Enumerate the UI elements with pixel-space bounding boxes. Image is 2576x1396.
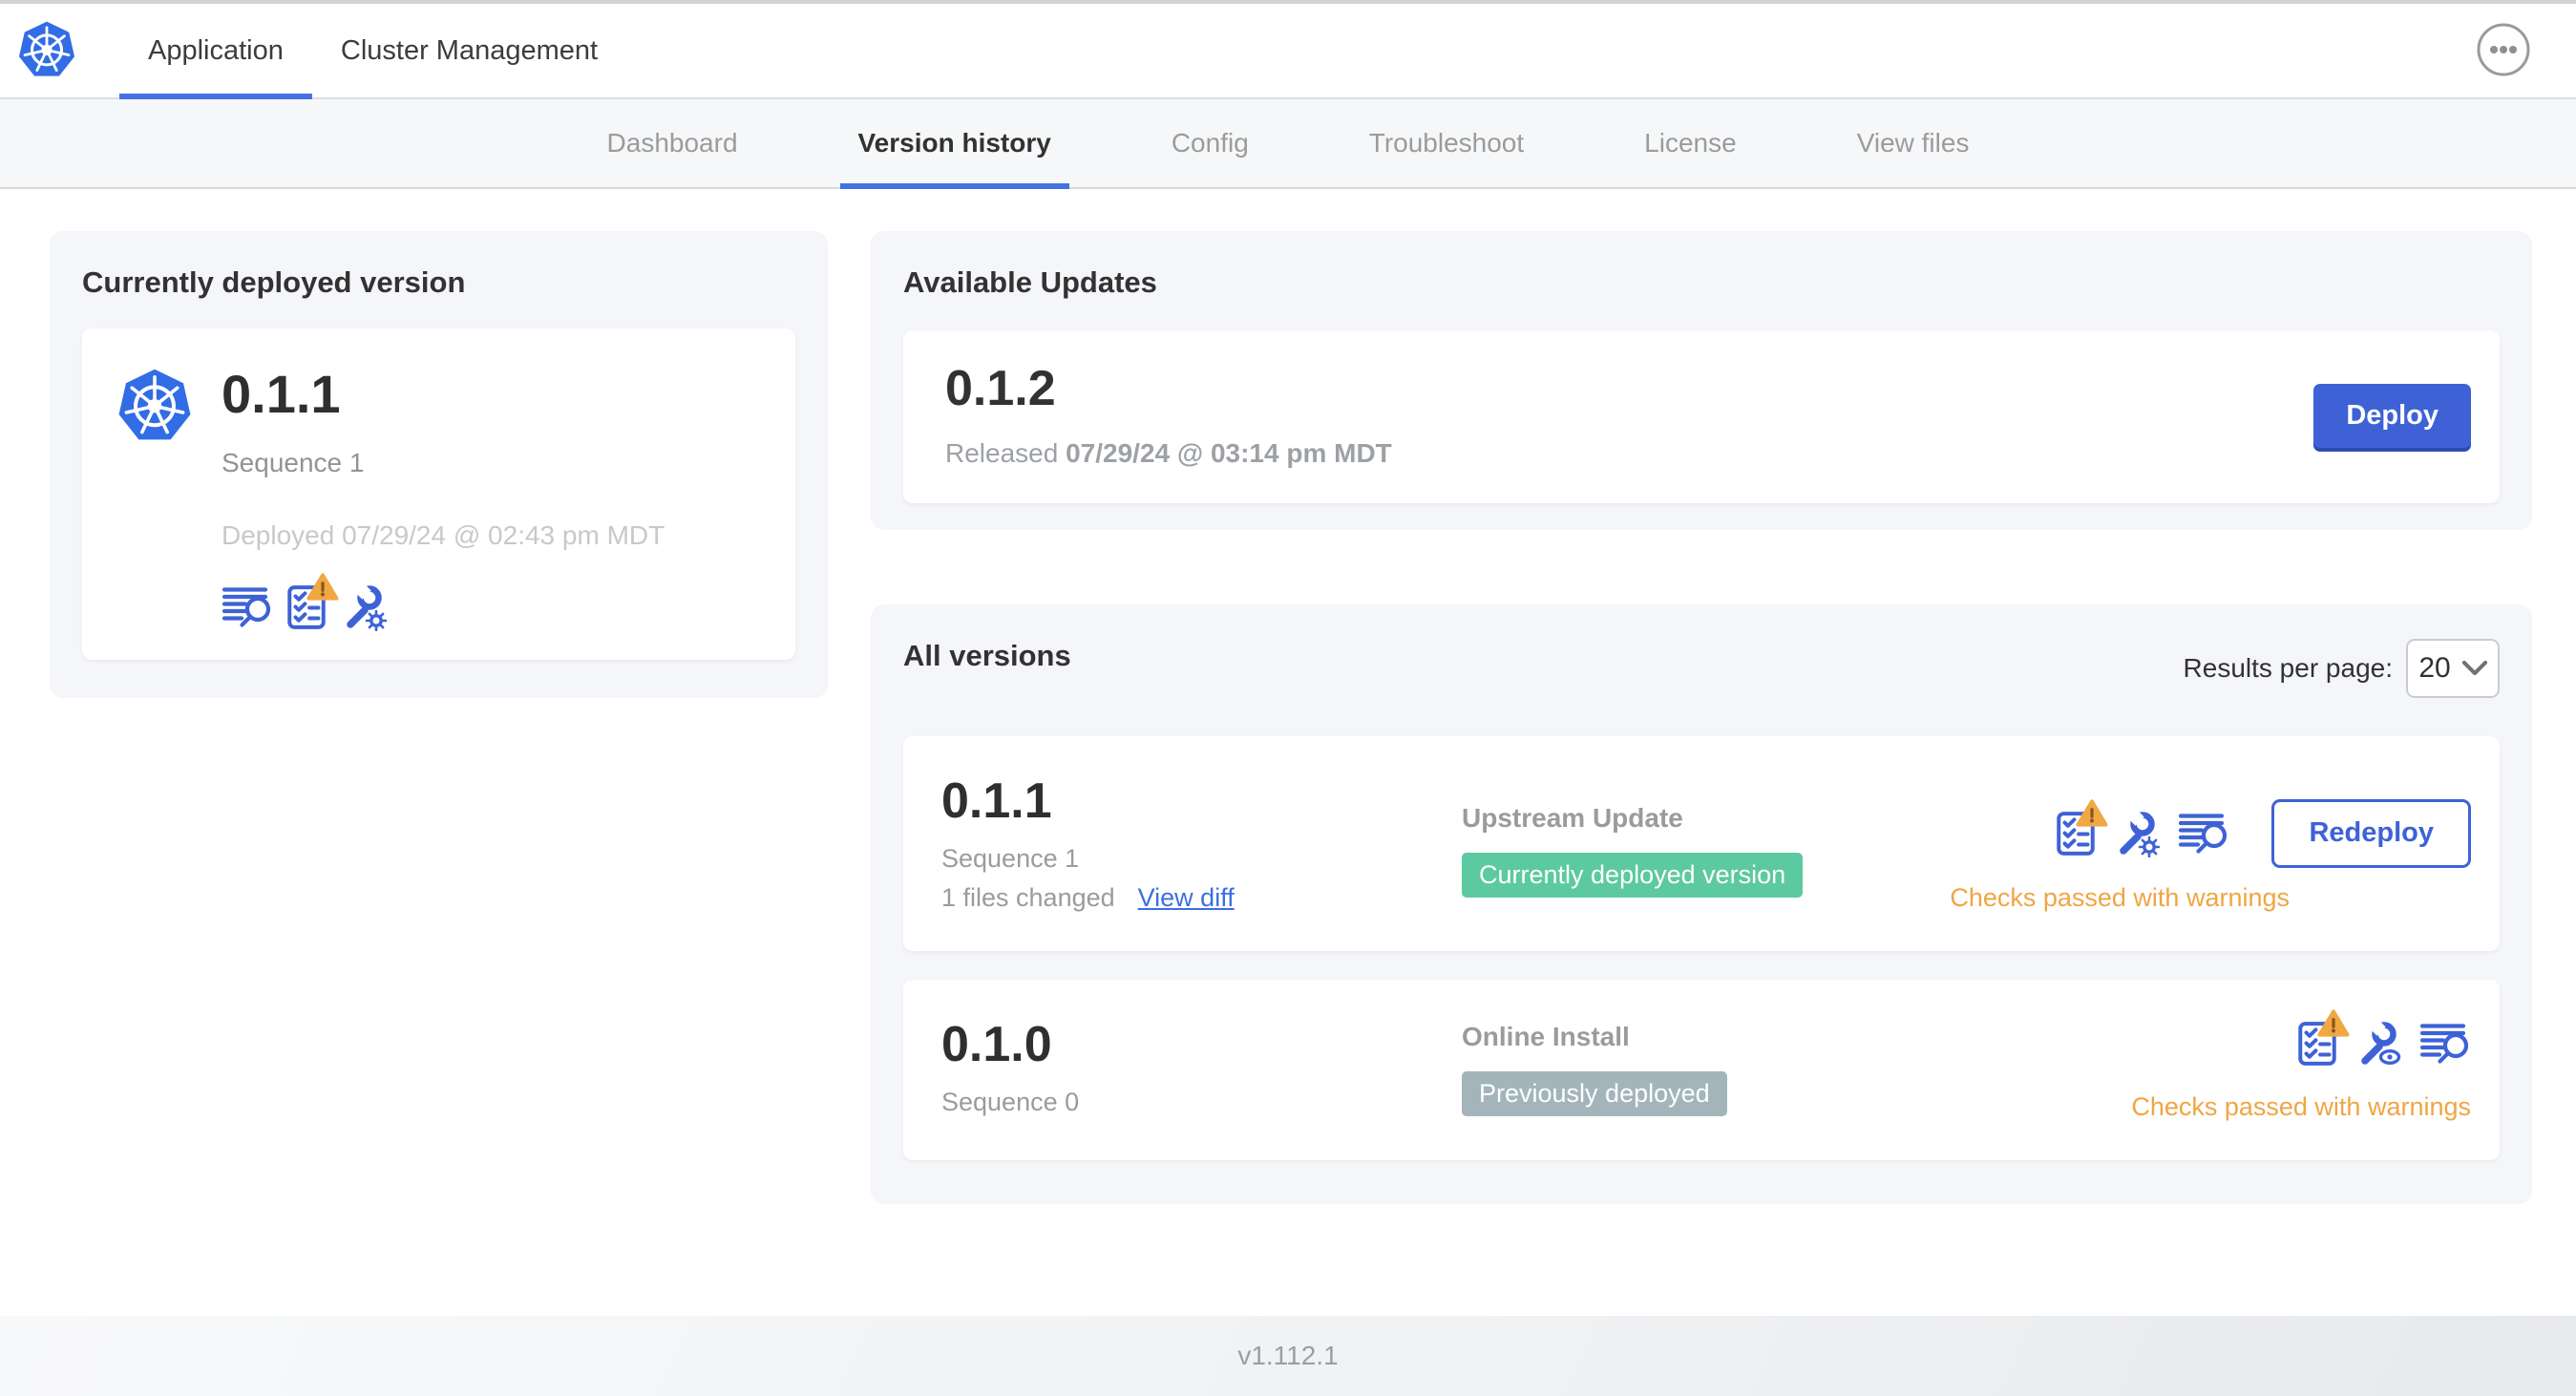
version-row: 0.1.1 Sequence 1 1 files changed View di…	[903, 735, 2500, 951]
preflight-checks-icon[interactable]	[286, 573, 339, 630]
subnav-version-history[interactable]: Version history	[798, 99, 1111, 189]
update-version-number: 0.1.2	[945, 361, 1056, 416]
version-source-label: Upstream Update	[1462, 802, 1683, 833]
kubernetes-app-icon	[116, 367, 193, 442]
subnav-view-files[interactable]: View files	[1797, 99, 2030, 187]
version-sequence: Sequence 0	[941, 1087, 1080, 1116]
version-row-source: Online Install Previously deployed	[1462, 1018, 2131, 1122]
chevron-down-icon	[2461, 661, 2487, 676]
page-footer: v1.112.1	[0, 1316, 2576, 1396]
released-label: Released	[945, 437, 1059, 468]
all-versions-header: All versions Results per page: 20	[903, 638, 2500, 698]
deployed-version-panel: 0.1.1 Sequence 1 Deployed 07/29/24 @ 02:…	[82, 328, 795, 660]
subnav-config[interactable]: Config	[1111, 99, 1309, 187]
edit-config-icon[interactable]	[2113, 810, 2162, 858]
deployed-actions	[222, 573, 665, 632]
tab-application[interactable]: Application	[119, 4, 312, 99]
released-timestamp: 07/29/24 @ 03:14 pm MDT	[1066, 437, 1392, 468]
view-config-icon[interactable]	[2354, 1020, 2402, 1068]
app-subnav: Dashboard Version history Config Trouble…	[0, 99, 2576, 189]
version-number: 0.1.0	[941, 1016, 1052, 1072]
version-row-actions: Checks passed with warnings	[2131, 1009, 2471, 1122]
subnav-license[interactable]: License	[1584, 99, 1797, 187]
console-version: v1.112.1	[1237, 1341, 1339, 1370]
deployed-card-title: Currently deployed version	[82, 265, 466, 299]
version-row: 0.1.0 Sequence 0 Online Install Previous…	[903, 979, 2500, 1160]
tab-cluster-management[interactable]: Cluster Management	[312, 4, 626, 97]
available-updates-card: Available Updates 0.1.2 Released 07/29/2…	[871, 231, 2532, 530]
kubernetes-logo-icon	[17, 20, 76, 78]
diff-icon[interactable]	[2178, 812, 2229, 856]
redeploy-button[interactable]: Redeploy	[2271, 798, 2471, 868]
results-per-page-value: 20	[2418, 651, 2451, 684]
available-updates-title: Available Updates	[903, 265, 1157, 299]
results-per-page-select[interactable]: 20	[2406, 638, 2500, 698]
subnav-dashboard[interactable]: Dashboard	[547, 99, 798, 187]
version-sequence: Sequence 1	[941, 843, 1080, 873]
results-per-page: Results per page: 20	[2183, 638, 2500, 698]
version-row-info: 0.1.1 Sequence 1 1 files changed View di…	[941, 772, 1462, 913]
subnav-troubleshoot[interactable]: Troubleshoot	[1309, 99, 1584, 187]
warning-triangle-icon	[2076, 798, 2108, 827]
more-options-button[interactable]	[2475, 22, 2532, 79]
diff-icon[interactable]	[222, 585, 273, 629]
main-content: Currently deployed version 0.1.1 Sequenc…	[0, 189, 2576, 1204]
preflight-checks-icon[interactable]	[2056, 798, 2108, 857]
version-source-label: Online Install	[1462, 1021, 1630, 1051]
app-header: Application Cluster Management	[0, 0, 2576, 99]
diff-icon[interactable]	[2419, 1022, 2471, 1066]
deploy-button[interactable]: Deploy	[2313, 383, 2471, 448]
warning-triangle-icon	[306, 573, 339, 601]
update-released-line: Released 07/29/24 @ 03:14 pm MDT	[945, 438, 1392, 469]
page: Application Cluster Management Dashboard…	[0, 0, 2576, 1396]
currently-deployed-badge: Currently deployed version	[1462, 852, 1804, 898]
preflight-status-text: Checks passed with warnings	[2131, 1091, 2471, 1121]
all-versions-card: All versions Results per page: 20 0.1.1 …	[871, 603, 2532, 1204]
ellipsis-icon	[2477, 23, 2530, 76]
view-diff-link[interactable]: View diff	[1138, 883, 1235, 913]
right-column: Available Updates 0.1.2 Released 07/29/2…	[871, 231, 2532, 1204]
previously-deployed-badge: Previously deployed	[1462, 1070, 1727, 1116]
all-versions-title: All versions	[903, 638, 1071, 672]
edit-config-icon[interactable]	[340, 583, 388, 632]
warning-triangle-icon	[2317, 1009, 2350, 1037]
update-row: 0.1.2 Released 07/29/24 @ 03:14 pm MDT D…	[903, 330, 2500, 503]
results-per-page-label: Results per page:	[2183, 652, 2393, 683]
version-row-source: Upstream Update Currently deployed versi…	[1462, 774, 1950, 913]
app-level-tabs: Application Cluster Management	[119, 4, 626, 99]
preflight-checks-icon[interactable]	[2297, 1009, 2350, 1067]
deployed-version-number: 0.1.1	[222, 364, 341, 424]
preflight-status-text: Checks passed with warnings	[1950, 882, 2290, 912]
currently-deployed-card: Currently deployed version 0.1.1 Sequenc…	[50, 231, 828, 698]
version-number: 0.1.1	[941, 772, 1052, 829]
version-row-actions: Redeploy Checks passed with warnings	[1950, 774, 2471, 913]
deployed-sequence: Sequence 1	[222, 447, 365, 477]
version-row-info: 0.1.0 Sequence 0	[941, 1016, 1462, 1122]
deployed-timestamp: Deployed 07/29/24 @ 02:43 pm MDT	[222, 519, 665, 550]
files-changed-label: 1 files changed	[941, 882, 1115, 912]
